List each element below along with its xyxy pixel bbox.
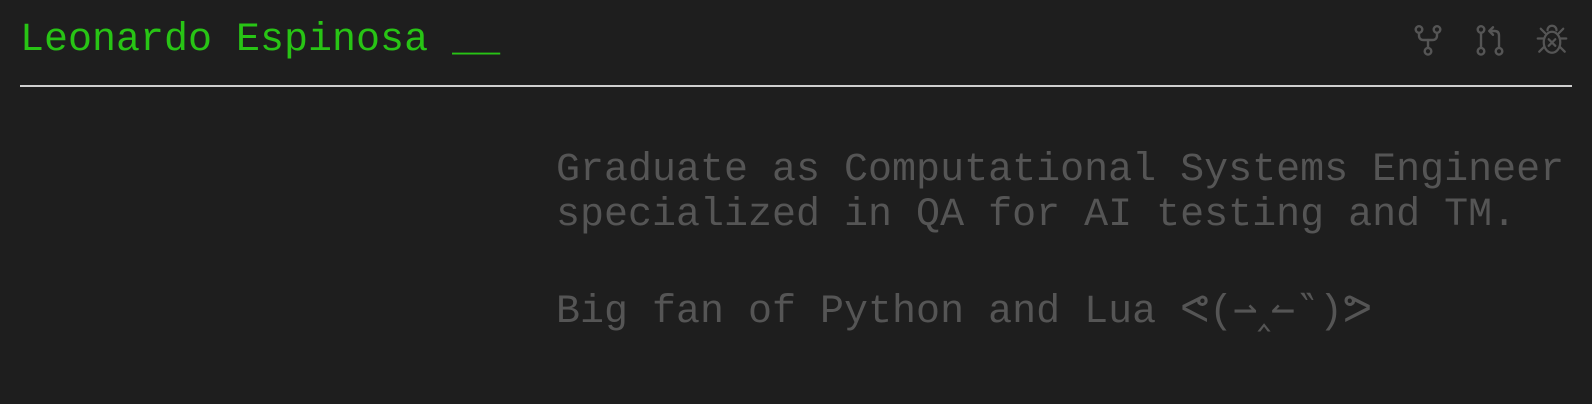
- site-title-text: Leonardo Espinosa: [20, 18, 429, 63]
- header-divider: [20, 85, 1572, 87]
- bio-section: Graduate as Computational Systems Engine…: [556, 148, 1576, 335]
- blinking-cursor: __: [452, 18, 501, 63]
- bio-line-1: Graduate as Computational Systems Engine…: [556, 148, 1565, 193]
- bio-line-2: specialized in QA for AI testing and TM.: [556, 193, 1517, 238]
- bug-icon[interactable]: [1532, 20, 1572, 60]
- site-title[interactable]: Leonardo Espinosa __: [20, 18, 500, 64]
- pull-request-icon[interactable]: [1470, 20, 1510, 60]
- page: Leonardo Espinosa __ Graduate as Computa…: [0, 0, 1592, 404]
- fork-icon[interactable]: [1408, 20, 1448, 60]
- bio-line-3: Big fan of Python and Lua ᕙ(⇀‸↼‶)ᕗ: [556, 290, 1372, 335]
- header-icons: [1408, 20, 1572, 60]
- header: Leonardo Espinosa __: [20, 0, 1572, 86]
